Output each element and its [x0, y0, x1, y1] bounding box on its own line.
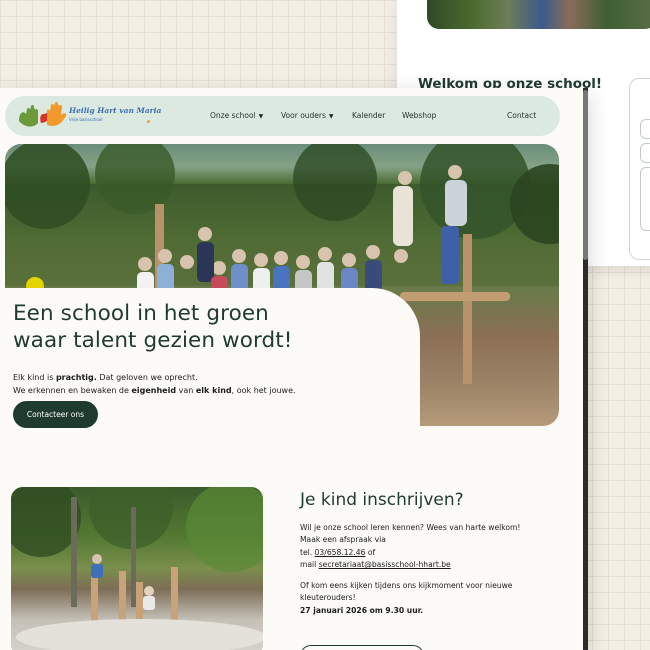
- nav-label: Onze school: [210, 111, 256, 120]
- school-logo[interactable]: Heilig Hart van Maria Vrije basisschool: [17, 101, 161, 131]
- nav-label: Voor ouders: [281, 111, 326, 120]
- form-field[interactable]: [640, 119, 650, 139]
- hero-heading-line-2: waar talent gezien wordt!: [13, 328, 293, 353]
- hands-heart-logo-icon: [19, 101, 67, 127]
- nav-item-voor-ouders[interactable]: Voor ouders ▼: [281, 96, 334, 136]
- hero-text-bold: prachtig.: [55, 373, 97, 382]
- hero-text-part: We erkennen en bewaken de: [13, 385, 132, 395]
- logo-dot: [147, 120, 150, 123]
- playground-photo-illustration: [11, 487, 263, 650]
- playground-photo: [11, 487, 263, 650]
- hero-heading: Een school in het groen waar talent gezi…: [13, 300, 293, 354]
- enroll-heading: Je kind inschrijven?: [300, 490, 464, 510]
- nav-label: Webshop: [402, 111, 437, 120]
- enroll-paragraph: kleuterouders!: [300, 593, 356, 603]
- website-window: Heilig Hart van Maria Vrije basisschool …: [0, 88, 588, 650]
- email-link[interactable]: secretariaat@basisschool-hhart.be: [319, 560, 451, 569]
- hero-text-part: Elk kind is: [13, 373, 56, 382]
- chevron-down-icon: ▼: [258, 113, 264, 120]
- nav-item-kalender[interactable]: Kalender: [352, 96, 385, 136]
- background-photo: [427, 0, 650, 29]
- enroll-text: Wil je onze school leren kennen? Wees va…: [300, 522, 520, 617]
- enroll-button-partial[interactable]: [300, 645, 424, 650]
- nav-label: Kalender: [352, 111, 386, 120]
- hero-text-bold: elk kind: [195, 385, 232, 395]
- contact-us-button[interactable]: Contacteer ons: [13, 401, 98, 428]
- phone-prefix: tel.: [300, 547, 315, 557]
- chevron-down-icon: ▼: [328, 113, 334, 120]
- logo-subtitle: Vrije basisschool: [69, 117, 103, 122]
- enroll-paragraph: Wil je onze school leren kennen? Wees va…: [300, 523, 521, 532]
- nav-contact-link[interactable]: Contact: [507, 96, 536, 136]
- phone-link[interactable]: 03/658.12.46: [315, 548, 366, 557]
- site-navbar: Heilig Hart van Maria Vrije basisschool …: [5, 96, 560, 136]
- nav-item-onze-school[interactable]: Onze school ▼: [210, 96, 263, 136]
- enroll-date: 27 januari 2026 om 9.30 uur.: [300, 605, 424, 615]
- scrollbar-thumb[interactable]: [583, 90, 588, 260]
- enroll-paragraph: Maak een afspraak via: [300, 535, 386, 545]
- logo-name: Heilig Hart van Maria: [69, 106, 162, 115]
- enroll-paragraph: Of kom eens kijken tijdens ons kijkmomen…: [300, 581, 513, 591]
- contact-form-preview: [629, 78, 650, 260]
- hero-text-bold: eigenheid: [131, 385, 177, 395]
- nav-item-webshop[interactable]: Webshop: [402, 96, 436, 136]
- form-field[interactable]: [640, 143, 650, 163]
- enroll-phone-line: tel. 03/658.12.46 of: [300, 547, 520, 559]
- mail-prefix: mail: [300, 559, 319, 569]
- enroll-mail-line: mail secretariaat@basisschool-hhart.be: [300, 559, 520, 571]
- hero-heading-line-1: Een school in het groen: [13, 301, 269, 326]
- hero-intro-text: Elk kind is prachtig. Dat geloven we opr…: [13, 372, 296, 397]
- phone-suffix: of: [365, 547, 376, 557]
- scrollbar[interactable]: [583, 88, 588, 650]
- hero-text-part: van: [176, 385, 196, 395]
- form-textarea[interactable]: [640, 167, 650, 231]
- hero-text-part: Dat geloven we oprecht.: [96, 373, 198, 382]
- hero-text-part: , ook het jouwe.: [231, 385, 296, 395]
